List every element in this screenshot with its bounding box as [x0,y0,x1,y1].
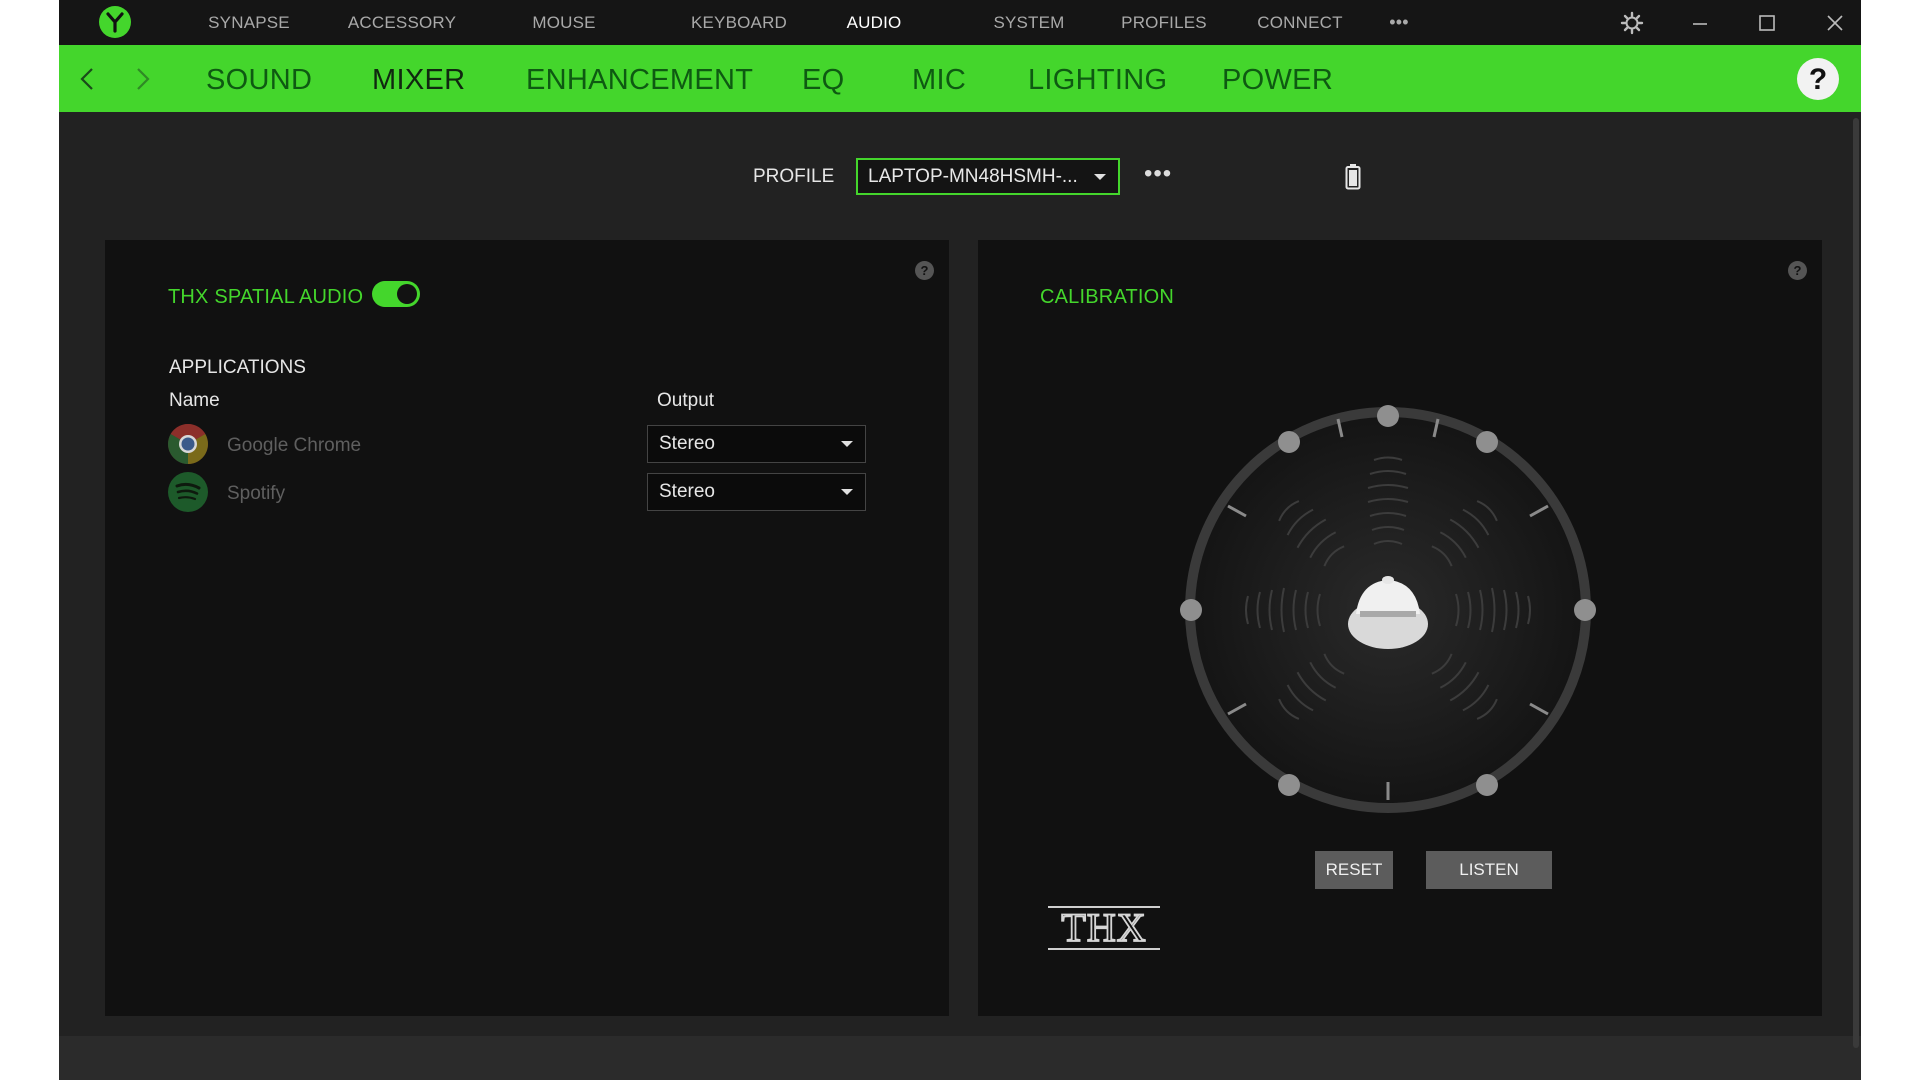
razer-synapse-window: SYNAPSE ACCESSORY MOUSE KEYBOARD AUDIO S… [59,0,1861,1080]
thx-logo-text: THX [1061,905,1146,950]
calibration-panel: ? CALIBRATION RESET LISTEN THX [978,240,1822,1016]
tab-lighting[interactable]: LIGHTING [1028,45,1167,112]
bottom-strip [59,1036,1861,1080]
tab-power[interactable]: POWER [1222,45,1333,112]
top-nav-more-icon[interactable]: ••• [1379,0,1419,45]
top-nav-system[interactable]: SYSTEM [979,0,1079,45]
speaker-calibration-dial[interactable] [1178,400,1598,820]
thx-spatial-audio-label: THX SPATIAL AUDIO [168,286,364,308]
toggle-knob [397,284,417,304]
name-column-header: Name [169,390,220,411]
tab-mixer[interactable]: MIXER [372,45,465,112]
minimize-icon[interactable] [1687,10,1713,36]
app-name-spotify: Spotify [227,483,286,504]
chrome-icon [168,424,208,464]
razer-logo-icon[interactable] [98,5,132,39]
output-column-header: Output [657,390,715,411]
chevron-down-icon [1094,174,1106,180]
forward-arrow-icon[interactable] [130,65,154,93]
top-navigation-bar: SYNAPSE ACCESSORY MOUSE KEYBOARD AUDIO S… [59,0,1861,45]
profile-dropdown[interactable]: LAPTOP-MN48HSMH-... [856,158,1120,195]
chevron-down-icon [841,441,853,447]
tab-enhancement[interactable]: ENHANCEMENT [526,45,753,112]
scrollbar[interactable] [1853,118,1859,1048]
tab-mic[interactable]: MIC [912,45,966,112]
thx-spatial-audio-toggle[interactable] [372,281,420,307]
calibration-title: CALIBRATION [1040,286,1175,308]
reset-button[interactable]: RESET [1315,851,1393,889]
mixer-help-icon[interactable]: ? [915,261,934,280]
profile-label: PROFILE [753,166,835,187]
top-nav-connect[interactable]: CONNECT [1245,0,1355,45]
app-name-chrome: Google Chrome [227,435,362,456]
calibration-help-icon[interactable]: ? [1788,261,1807,280]
chevron-down-icon [841,489,853,495]
top-nav-profiles[interactable]: PROFILES [1109,0,1219,45]
back-arrow-icon[interactable] [76,65,100,93]
top-nav-keyboard[interactable]: KEYBOARD [679,0,799,45]
profile-dropdown-value: LAPTOP-MN48HSMH-... [868,166,1078,187]
spotify-output-dropdown[interactable]: Stereo [647,473,866,511]
tab-eq[interactable]: EQ [802,45,845,112]
battery-icon [1345,164,1361,190]
close-icon[interactable] [1822,10,1848,36]
top-nav-audio[interactable]: AUDIO [829,0,919,45]
top-nav-accessory[interactable]: ACCESSORY [337,0,467,45]
top-nav-synapse[interactable]: SYNAPSE [194,0,304,45]
profile-more-icon[interactable]: ••• [1144,160,1172,188]
chrome-output-value: Stereo [659,433,715,454]
audio-sub-navigation: SOUND MIXER ENHANCEMENT EQ MIC LIGHTING … [59,45,1861,112]
top-nav-mouse[interactable]: MOUSE [519,0,609,45]
mixer-panel: ? THX SPATIAL AUDIO APPLICATIONS Name Ou… [105,240,949,1016]
help-icon[interactable]: ? [1797,58,1839,100]
tab-sound[interactable]: SOUND [206,45,312,112]
spotify-output-value: Stereo [659,481,715,502]
settings-gear-icon[interactable] [1619,10,1645,36]
maximize-icon[interactable] [1754,10,1780,36]
spotify-icon [168,472,208,512]
applications-heading: APPLICATIONS [169,357,306,378]
thx-logo: THX [1048,904,1160,951]
listen-button[interactable]: LISTEN [1426,851,1552,889]
chrome-output-dropdown[interactable]: Stereo [647,425,866,463]
